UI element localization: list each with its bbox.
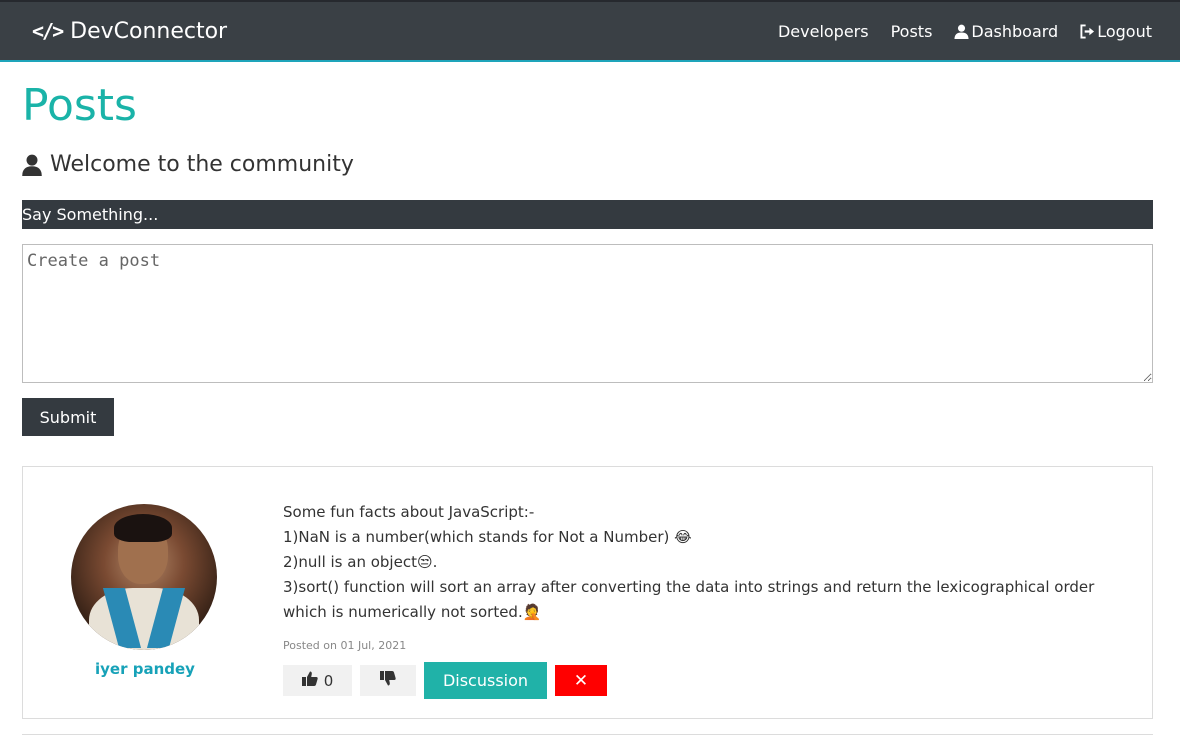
nav-dashboard[interactable]: Dashboard — [954, 22, 1058, 41]
avatar-hair — [114, 514, 172, 542]
code-icon: </> — [32, 19, 64, 43]
close-icon: ✕ — [573, 670, 589, 691]
nav-logout-label: Logout — [1097, 21, 1152, 41]
thumbs-down-icon — [380, 671, 396, 690]
lead-text: Welcome to the community — [50, 152, 354, 177]
nav-developers-label: Developers — [777, 21, 869, 41]
post-form-header: Say Something... — [22, 200, 1153, 229]
like-count: 0 — [323, 671, 334, 690]
delete-post-button[interactable]: ✕ — [555, 665, 607, 696]
avatar[interactable] — [71, 504, 217, 650]
nav-links: Developers Posts Dashboard Logout — [778, 22, 1152, 41]
nav-dashboard-label: Dashboard — [971, 21, 1059, 41]
page-lead: Welcome to the community — [22, 152, 354, 177]
post-card: iyer pandey Some fun facts about JavaScr… — [22, 466, 1153, 719]
post-body: Some fun facts about JavaScript:- 1)NaN … — [283, 500, 1133, 699]
like-button[interactable]: 0 — [283, 665, 352, 696]
create-post-textarea[interactable] — [22, 244, 1153, 383]
brand-link[interactable]: </> DevConnector — [32, 19, 227, 44]
user-icon — [954, 24, 969, 39]
nav-logout[interactable]: Logout — [1080, 22, 1152, 41]
post-user-name[interactable]: iyer pandey — [71, 660, 219, 678]
nav-developers[interactable]: Developers — [778, 22, 869, 41]
submit-button[interactable]: Submit — [22, 398, 114, 436]
post-actions: 0 Discussion ✕ — [283, 662, 1133, 699]
navbar: </> DevConnector Developers Posts Dashbo… — [0, 0, 1180, 62]
thumbs-up-icon — [301, 671, 318, 690]
discussion-button[interactable]: Discussion — [424, 662, 547, 699]
nav-posts-label: Posts — [890, 21, 933, 41]
brand-label: DevConnector — [70, 18, 228, 44]
post-user[interactable]: iyer pandey — [71, 504, 219, 678]
page-title: Posts — [22, 80, 137, 131]
sign-out-icon — [1080, 23, 1095, 39]
unlike-button[interactable] — [360, 665, 416, 696]
next-post-card-edge — [22, 734, 1153, 738]
post-date: Posted on 01 Jul, 2021 — [283, 639, 407, 652]
user-icon — [22, 154, 42, 176]
post-text: Some fun facts about JavaScript:- 1)NaN … — [283, 503, 1095, 621]
nav-posts[interactable]: Posts — [891, 22, 933, 41]
